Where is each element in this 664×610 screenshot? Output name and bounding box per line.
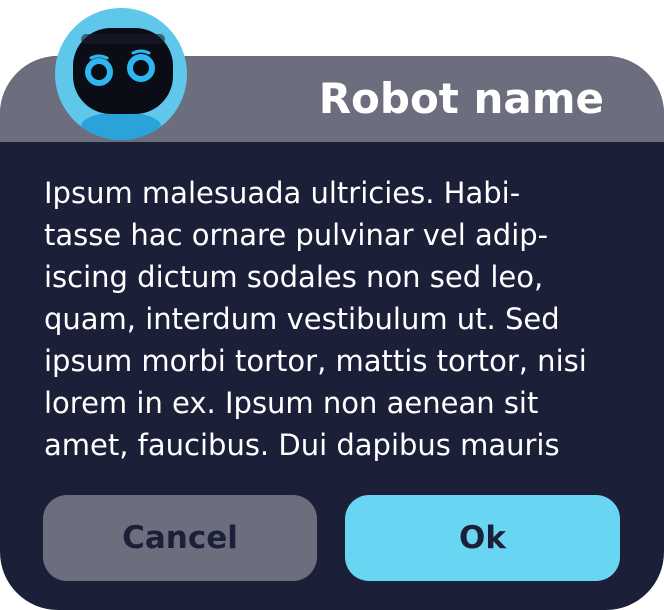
robot-dialog: Robot name Ipsum malesuada ultricies. Ha… xyxy=(0,56,664,610)
dialog-message: Ipsum malesuada ultricies. Habi- tasse h… xyxy=(44,176,587,462)
cancel-button[interactable]: Cancel xyxy=(43,495,317,581)
dialog-title: Robot name xyxy=(318,74,604,123)
ok-button[interactable]: Ok xyxy=(345,495,620,581)
robot-avatar xyxy=(55,8,187,140)
robot-face-icon xyxy=(55,8,187,140)
